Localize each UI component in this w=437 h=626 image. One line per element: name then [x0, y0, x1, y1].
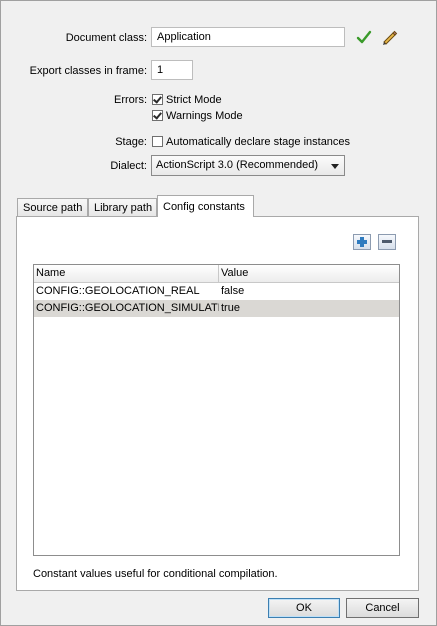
warnings-mode-label: Warnings Mode — [166, 110, 243, 122]
plus-icon — [357, 237, 367, 247]
dialect-dropdown[interactable]: ActionScript 3.0 (Recommended) — [151, 155, 345, 176]
tab-config-constants[interactable]: Config constants — [157, 195, 254, 217]
add-constant-button[interactable] — [353, 234, 371, 250]
checkmark-icon[interactable] — [356, 29, 372, 45]
constant-name: CONFIG::GEOLOCATION_REAL — [36, 285, 200, 297]
export-classes-input[interactable]: 1 — [151, 60, 193, 80]
table-header: Name Value — [34, 265, 399, 283]
pencil-icon[interactable] — [380, 28, 398, 46]
constant-value[interactable]: true — [219, 300, 399, 316]
constant-name: CONFIG::GEOLOCATION_SIMULATE — [36, 302, 219, 314]
strict-mode-label: Strict Mode — [166, 94, 222, 106]
dialect-value: ActionScript 3.0 (Recommended) — [156, 159, 319, 171]
hint-text: Constant values useful for conditional c… — [33, 568, 278, 580]
document-class-label: Document class: — [65, 32, 147, 44]
constant-value[interactable]: false — [219, 283, 399, 299]
strict-mode-checkbox[interactable] — [152, 94, 163, 105]
minus-icon — [382, 240, 392, 243]
cancel-button[interactable]: Cancel — [346, 598, 419, 618]
column-header-value[interactable]: Value — [219, 265, 399, 282]
dialect-label: Dialect: — [110, 160, 147, 172]
table-row[interactable]: CONFIG::GEOLOCATION_REAL false — [34, 283, 399, 300]
warnings-mode-checkbox[interactable] — [152, 110, 163, 121]
table-row[interactable]: CONFIG::GEOLOCATION_SIMULATE true — [34, 300, 399, 317]
auto-declare-checkbox[interactable] — [152, 136, 163, 147]
export-classes-label: Export classes in frame: — [29, 65, 147, 77]
column-header-name[interactable]: Name — [34, 265, 219, 282]
tab-source-path[interactable]: Source path — [17, 198, 88, 217]
document-class-input[interactable]: Application — [151, 27, 345, 47]
chevron-down-icon — [331, 164, 339, 169]
stage-label: Stage: — [115, 136, 147, 148]
config-constants-table[interactable]: Name Value CONFIG::GEOLOCATION_REAL fals… — [33, 264, 400, 556]
auto-declare-label: Automatically declare stage instances — [166, 136, 351, 148]
tab-library-path[interactable]: Library path — [88, 198, 157, 217]
remove-constant-button[interactable] — [378, 234, 396, 250]
ok-button[interactable]: OK — [268, 598, 340, 618]
errors-label: Errors: — [114, 94, 147, 106]
